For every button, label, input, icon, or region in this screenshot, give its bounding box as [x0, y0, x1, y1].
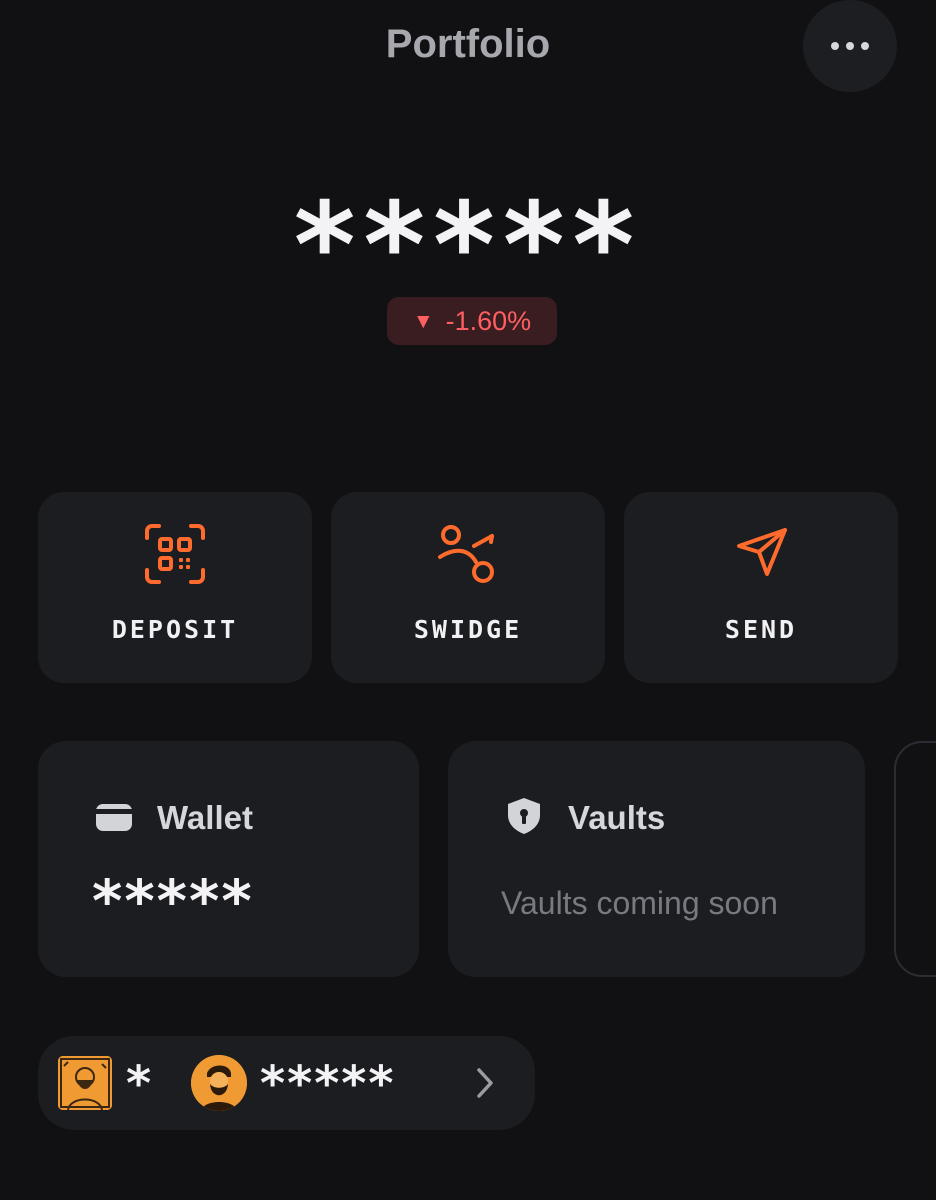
more-dots-icon — [831, 42, 869, 50]
send-label: SEND — [724, 615, 798, 644]
vaults-title: Vaults — [568, 799, 666, 836]
wallet-balance: ***** — [92, 867, 254, 935]
chevron-right-icon — [477, 1068, 493, 1098]
nft-summary-pill[interactable]: * ***** — [38, 1036, 535, 1130]
wallet-title: Wallet — [157, 799, 253, 836]
wallet-card[interactable]: Wallet ***** — [38, 741, 419, 977]
change-value: -1.60% — [445, 305, 532, 336]
wallet-icon — [96, 804, 132, 831]
nft-count: * — [126, 1056, 154, 1112]
shield-lock-icon — [508, 798, 540, 834]
page-title: Portfolio — [385, 22, 551, 66]
send-button[interactable]: SEND — [624, 492, 898, 683]
vaults-subtitle: Vaults coming soon — [501, 885, 778, 921]
deposit-label: DEPOSIT — [111, 615, 239, 644]
nft-avatar-square — [58, 1056, 112, 1110]
vaults-card[interactable]: Vaults Vaults coming soon — [448, 741, 865, 977]
change-badge: ▼ -1.60% — [387, 297, 557, 345]
qr-scan-icon — [145, 524, 205, 584]
partial-card[interactable] — [894, 741, 936, 977]
send-arrow-icon — [737, 528, 787, 576]
deposit-button[interactable]: DEPOSIT — [38, 492, 312, 683]
portfolio-balance: ***** — [293, 176, 643, 314]
more-button[interactable] — [803, 0, 897, 92]
down-triangle-icon: ▼ — [412, 309, 434, 333]
nft-value: ***** — [260, 1056, 396, 1112]
nft-avatar-round — [191, 1055, 247, 1111]
portfolio-screen: Portfolio ***** ▼ -1.60% DEPOSIT SWIDGE … — [0, 0, 936, 1200]
swap-bridge-icon — [438, 525, 494, 583]
swidge-button[interactable]: SWIDGE — [331, 492, 605, 683]
swidge-label: SWIDGE — [413, 615, 523, 644]
